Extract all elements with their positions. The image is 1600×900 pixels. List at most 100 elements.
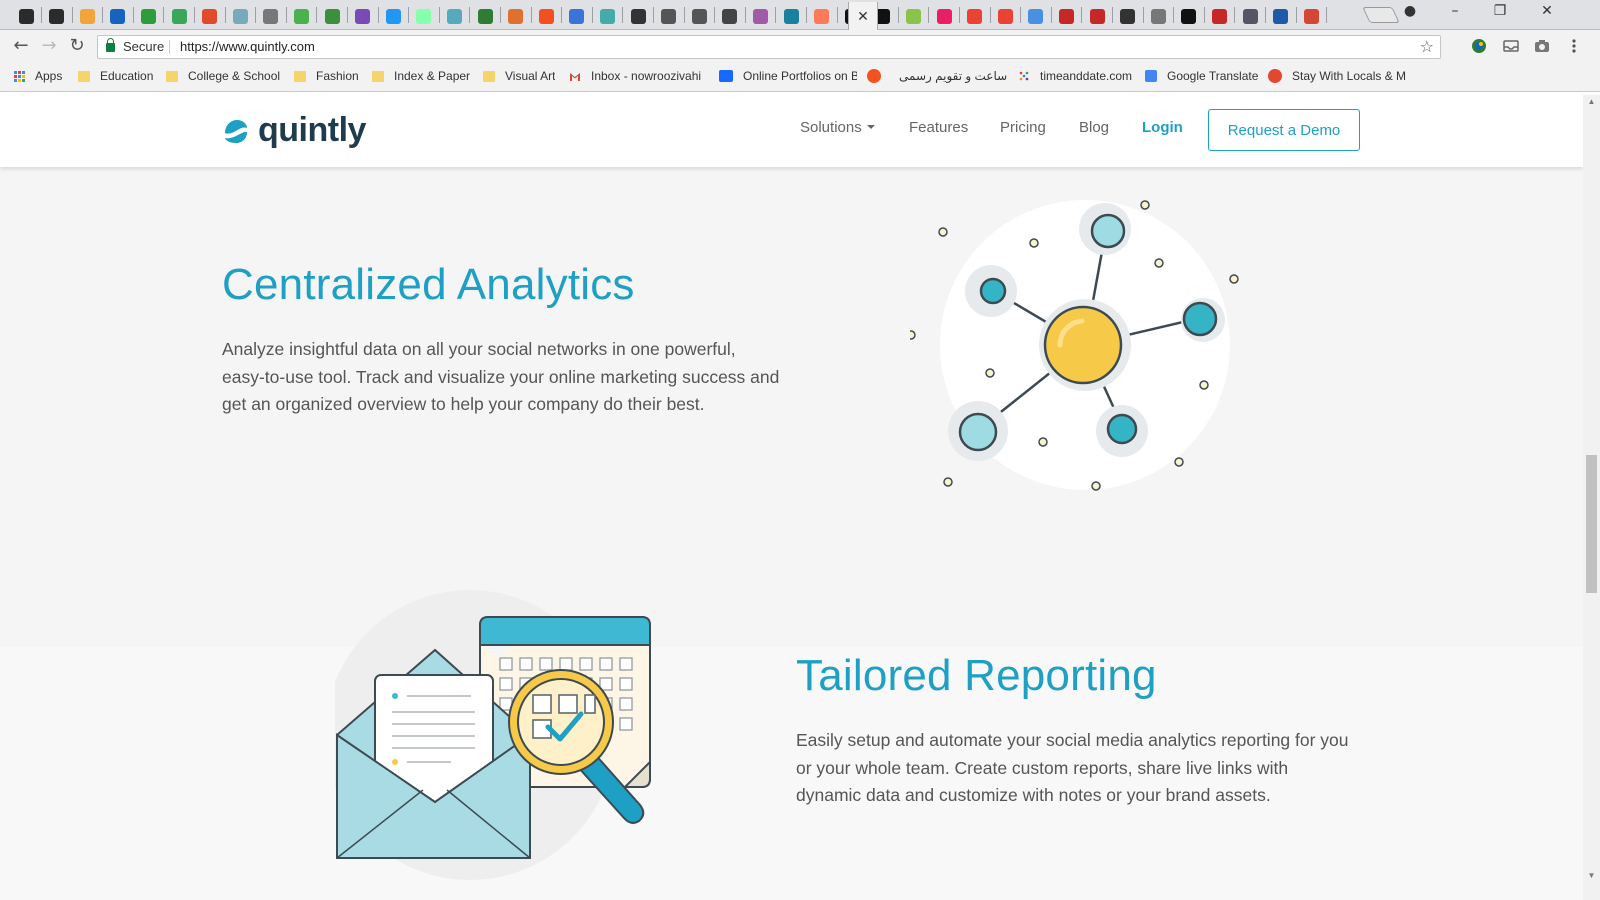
- browser-tab[interactable]: [1144, 2, 1172, 30]
- folder-icon: [294, 70, 306, 82]
- tab-favicon-icon: [79, 8, 95, 24]
- tab-favicon-icon: [18, 8, 34, 24]
- bookmark-index-paper[interactable]: Index & Paper: [372, 69, 470, 83]
- minimize-button[interactable]: –: [1440, 3, 1470, 19]
- browser-tab[interactable]: [410, 2, 438, 30]
- page-scrollbar[interactable]: ▲ ▼: [1583, 95, 1600, 900]
- browser-tab[interactable]: [899, 2, 927, 30]
- browser-tab[interactable]: [624, 2, 652, 30]
- browser-tab[interactable]: [43, 2, 71, 30]
- browser-tab[interactable]: [1267, 2, 1295, 30]
- gmail-icon: [569, 70, 581, 82]
- menu-icon[interactable]: [1565, 38, 1583, 54]
- bookmark-online-portfolios[interactable]: Online Portfolios on B: [719, 69, 857, 83]
- nav-blog[interactable]: Blog: [1079, 119, 1109, 136]
- nav-solutions-label: Solutions: [800, 119, 862, 136]
- close-tab-icon[interactable]: ✕: [857, 8, 869, 25]
- behance-icon: [719, 70, 733, 82]
- bookmarks-bar: Apps Education College & School Fashion …: [0, 62, 1600, 92]
- url-text[interactable]: https://www.quintly.com: [180, 39, 315, 54]
- bookmark-t[interactable]: [867, 69, 891, 83]
- browser-tab[interactable]: [991, 2, 1019, 30]
- browser-tab[interactable]: [1052, 2, 1080, 30]
- browser-tab[interactable]: [1297, 2, 1325, 30]
- tab-favicon-icon: [508, 8, 524, 24]
- analytics-title: Centralized Analytics: [222, 260, 635, 309]
- browser-tab[interactable]: [165, 2, 193, 30]
- bookmark-college-school[interactable]: College & School: [166, 69, 280, 83]
- bookmark-inbox[interactable]: Inbox - nowroozivahi: [569, 69, 701, 83]
- bookmark-fashion[interactable]: Fashion: [294, 69, 359, 83]
- scrollbar-thumb[interactable]: [1586, 455, 1597, 593]
- tab-favicon-icon: [722, 8, 738, 24]
- quintly-logo[interactable]: quintly: [222, 111, 366, 150]
- browser-tab[interactable]: [930, 2, 958, 30]
- tab-favicon-icon: [202, 8, 218, 24]
- browser-tab[interactable]: [502, 2, 530, 30]
- browser-tab[interactable]: [961, 2, 989, 30]
- close-window-button[interactable]: ✕: [1532, 3, 1562, 19]
- browser-tab[interactable]: [685, 2, 713, 30]
- back-button[interactable]: ←: [10, 35, 32, 57]
- bookmark-timeanddate[interactable]: timeanddate.com: [1018, 69, 1132, 83]
- translate-icon: [1145, 70, 1157, 82]
- restore-button[interactable]: ❐: [1485, 3, 1515, 19]
- forward-button[interactable]: →: [38, 35, 60, 57]
- browser-tab[interactable]: [593, 2, 621, 30]
- browser-tab[interactable]: [196, 2, 224, 30]
- browser-tab[interactable]: [257, 2, 285, 30]
- secure-indicator[interactable]: Secure: [106, 38, 164, 54]
- bookmark-persian-calendar[interactable]: ساعت و تقویم رسمی: [899, 69, 1011, 83]
- nav-pricing[interactable]: Pricing: [1000, 119, 1046, 136]
- tab-favicon-icon: [538, 8, 554, 24]
- browser-tab[interactable]: [318, 2, 346, 30]
- tab-favicon-icon: [446, 8, 462, 24]
- browser-tab[interactable]: [1022, 2, 1050, 30]
- tab-strip: ● – ❐ ✕ ✕: [0, 0, 1600, 30]
- bookmark-visual-art[interactable]: Visual Art: [483, 69, 555, 83]
- tab-favicon-icon: [416, 8, 432, 24]
- browser-tab[interactable]: [1114, 2, 1142, 30]
- nav-login[interactable]: Login: [1142, 119, 1183, 136]
- browser-tab[interactable]: [777, 2, 805, 30]
- browser-tab[interactable]: [1205, 2, 1233, 30]
- browser-tab[interactable]: [471, 2, 499, 30]
- extension-camera-icon[interactable]: [1533, 38, 1551, 54]
- bookmark-stay-with-locals[interactable]: Stay With Locals & M: [1268, 69, 1416, 83]
- browser-tab[interactable]: [716, 2, 744, 30]
- browser-tab[interactable]: [808, 2, 836, 30]
- browser-tab[interactable]: [226, 2, 254, 30]
- browser-tab[interactable]: [1083, 2, 1111, 30]
- active-tab[interactable]: ✕: [848, 2, 878, 30]
- browser-tab[interactable]: [379, 2, 407, 30]
- browser-tab[interactable]: [73, 2, 101, 30]
- reload-button[interactable]: ↻: [66, 35, 88, 57]
- browser-tab[interactable]: [134, 2, 162, 30]
- profile-icon[interactable]: ●: [1395, 3, 1425, 19]
- extension-globe-icon[interactable]: [1470, 38, 1488, 54]
- request-demo-button[interactable]: Request a Demo: [1208, 109, 1360, 151]
- browser-tab[interactable]: [746, 2, 774, 30]
- browser-tab[interactable]: [104, 2, 132, 30]
- browser-tab[interactable]: [440, 2, 468, 30]
- address-bar[interactable]: Secure https://www.quintly.com ☆: [97, 35, 1441, 59]
- bookmark-apps[interactable]: Apps: [14, 69, 62, 83]
- browser-tab[interactable]: [12, 2, 40, 30]
- browser-tab[interactable]: [532, 2, 560, 30]
- tab-favicon-icon: [293, 8, 309, 24]
- browser-tab[interactable]: [349, 2, 377, 30]
- bookmark-star-icon[interactable]: ☆: [1420, 37, 1434, 56]
- browser-tab[interactable]: [563, 2, 591, 30]
- browser-tab[interactable]: [1175, 2, 1203, 30]
- scroll-down-icon[interactable]: ▼: [1583, 871, 1600, 880]
- nav-features[interactable]: Features: [909, 119, 968, 136]
- browser-tab[interactable]: [287, 2, 315, 30]
- bookmark-label: Google Translate: [1167, 69, 1259, 83]
- nav-solutions[interactable]: Solutions: [800, 119, 875, 136]
- bookmark-education[interactable]: Education: [78, 69, 153, 83]
- bookmark-google-translate[interactable]: Google Translate: [1145, 69, 1258, 83]
- browser-tab[interactable]: [1236, 2, 1264, 30]
- extension-inbox-icon[interactable]: [1502, 38, 1520, 54]
- scroll-up-icon[interactable]: ▲: [1583, 97, 1600, 106]
- browser-tab[interactable]: [655, 2, 683, 30]
